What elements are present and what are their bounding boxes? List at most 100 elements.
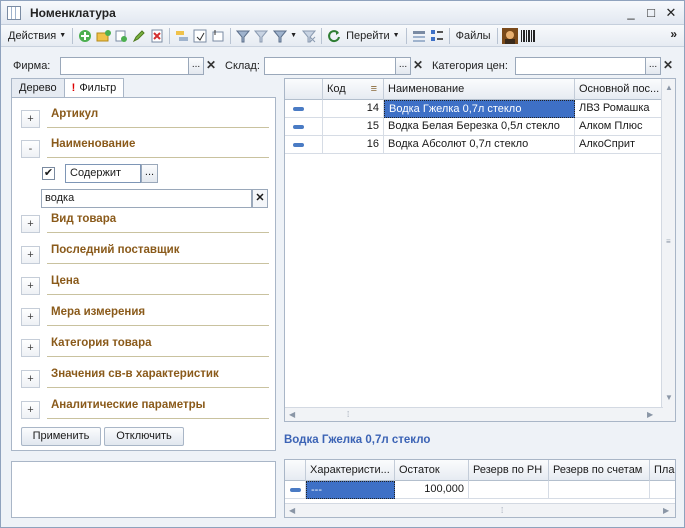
- filter-group-article[interactable]: + Артикул: [21, 104, 269, 128]
- vertical-scrollbar[interactable]: ▲ ≡ ▼: [661, 79, 675, 421]
- scroll-left-icon[interactable]: ◀: [289, 506, 295, 515]
- reserve-invoices-cell[interactable]: [549, 481, 650, 499]
- apply-button[interactable]: Применить: [21, 427, 101, 446]
- expand-toggle[interactable]: +: [21, 215, 40, 233]
- expand-toggle[interactable]: +: [21, 370, 40, 388]
- price-category-clear-icon[interactable]: ✕: [661, 57, 675, 75]
- picture-icon[interactable]: [501, 27, 518, 44]
- code-cell[interactable]: 15: [323, 118, 384, 136]
- collapse-toggle[interactable]: -: [21, 140, 40, 158]
- expand-toggle[interactable]: +: [21, 110, 40, 128]
- column-header-remainder[interactable]: Остаток: [395, 460, 469, 481]
- code-cell[interactable]: 14: [323, 100, 384, 118]
- table-row[interactable]: 16 Водка Абсолют 0,7л стекло АлкоСприт: [285, 136, 663, 154]
- table-row[interactable]: 14 Водка Гжелка 0,7л стекло ЛВЗ Ромашка: [285, 100, 663, 118]
- expand-toggle[interactable]: +: [21, 339, 40, 357]
- table-row[interactable]: 15 Водка Белая Березка 0,5л стекло Алком…: [285, 118, 663, 136]
- goto-menu-button[interactable]: Перейти ▼: [343, 27, 403, 45]
- column-header-name[interactable]: Наименование: [384, 79, 575, 100]
- filter-history-button[interactable]: ▼: [270, 27, 300, 45]
- title-bar[interactable]: Номенклатура _ □ ✕: [1, 1, 684, 25]
- supplier-cell[interactable]: ЛВЗ Ромашка: [575, 100, 663, 118]
- search-clear-icon[interactable]: ✕: [252, 189, 268, 208]
- checklist-icon[interactable]: [429, 28, 445, 44]
- column-header-supplier[interactable]: Основной пос...: [575, 79, 663, 100]
- stock-horizontal-scrollbar[interactable]: ◀ ⁞ ▶: [285, 503, 675, 517]
- toolbar-overflow-button[interactable]: »: [667, 25, 680, 43]
- files-button[interactable]: Файлы: [453, 27, 494, 45]
- scroll-thumb-grip-icon[interactable]: ⁞: [347, 410, 349, 419]
- column-header-icon[interactable]: [285, 79, 323, 100]
- filter-group-characteristics[interactable]: + Значения св-в характеристик: [21, 364, 269, 388]
- filter-icon[interactable]: [235, 28, 251, 44]
- supplier-cell[interactable]: АлкоСприт: [575, 136, 663, 154]
- expand-toggle[interactable]: +: [21, 277, 40, 295]
- warehouse-clear-icon[interactable]: ✕: [411, 57, 425, 75]
- scroll-thumb-grip-icon[interactable]: ≡: [666, 237, 671, 246]
- firm-input[interactable]: [60, 57, 189, 75]
- scroll-left-icon[interactable]: ◀: [289, 410, 295, 419]
- code-cell[interactable]: 16: [323, 136, 384, 154]
- supplier-cell[interactable]: Алком Плюс: [575, 118, 663, 136]
- horizontal-scrollbar[interactable]: ◀ ⁞ ▶: [285, 407, 663, 421]
- filter-group-analytics[interactable]: + Аналитические параметры: [21, 395, 269, 419]
- expand-toggle[interactable]: +: [21, 401, 40, 419]
- reserve-rn-cell[interactable]: [469, 481, 549, 499]
- condition-select-button[interactable]: ...: [141, 164, 158, 183]
- clear-filter-icon[interactable]: [301, 28, 317, 44]
- name-cell[interactable]: Водка Белая Березка 0,5л стекло: [384, 118, 575, 136]
- stock-table-row[interactable]: --- 100,000: [285, 481, 675, 499]
- warehouse-select-button[interactable]: ...: [395, 57, 411, 75]
- refresh-icon[interactable]: [326, 28, 342, 44]
- tab-filter[interactable]: ! Фильтр: [63, 78, 125, 99]
- add-icon[interactable]: [77, 28, 93, 44]
- hierarchy-icon[interactable]: [174, 28, 190, 44]
- disable-button[interactable]: Отключить: [104, 427, 184, 446]
- column-header-reserve-invoices[interactable]: Резерв по счетам: [549, 460, 650, 481]
- delete-mark-icon[interactable]: [149, 28, 165, 44]
- name-search-input[interactable]: водка: [41, 189, 252, 208]
- scroll-right-icon[interactable]: ▶: [663, 506, 669, 515]
- scroll-up-icon[interactable]: ▲: [665, 83, 673, 92]
- expand-toggle[interactable]: +: [21, 246, 40, 264]
- price-category-select-button[interactable]: ...: [645, 57, 661, 75]
- characteristic-cell[interactable]: ---: [306, 481, 395, 499]
- filter-group-last-supplier[interactable]: + Последний поставщик: [21, 240, 269, 264]
- scroll-thumb-grip-icon[interactable]: ⁞: [501, 506, 503, 515]
- scroll-right-icon[interactable]: ▶: [647, 410, 653, 419]
- column-header-reserve-rn[interactable]: Резерв по РН: [469, 460, 549, 481]
- name-cell[interactable]: Водка Абсолют 0,7л стекло: [384, 136, 575, 154]
- edit-pencil-icon[interactable]: [131, 28, 147, 44]
- remainder-cell[interactable]: 100,000: [395, 481, 469, 499]
- filter-group-product-type[interactable]: + Вид товара: [21, 209, 269, 233]
- column-header-icon[interactable]: [285, 460, 306, 481]
- filter-by-value-icon[interactable]: [253, 28, 269, 44]
- name-cell[interactable]: Водка Гжелка 0,7л стекло: [384, 100, 575, 118]
- price-category-input[interactable]: [515, 57, 646, 75]
- condition-checkbox[interactable]: ✔: [42, 167, 55, 180]
- list-view-icon[interactable]: [192, 28, 208, 44]
- plan-cell[interactable]: [650, 481, 675, 499]
- copy-icon[interactable]: [113, 28, 129, 44]
- list-settings-icon[interactable]: [411, 28, 427, 44]
- column-header-characteristic[interactable]: Характеристи...: [306, 460, 395, 481]
- firm-select-button[interactable]: ...: [188, 57, 204, 75]
- maximize-button[interactable]: □: [642, 4, 660, 21]
- add-folder-icon[interactable]: [95, 28, 111, 44]
- scroll-down-icon[interactable]: ▼: [665, 393, 673, 402]
- minimize-button[interactable]: _: [622, 4, 640, 21]
- condition-combo[interactable]: Содержит: [65, 164, 141, 183]
- actions-menu-button[interactable]: Действия ▼: [5, 27, 69, 45]
- hierarchy-list-icon[interactable]: [210, 28, 226, 44]
- filter-group-name[interactable]: - Наименование: [21, 134, 269, 158]
- expand-toggle[interactable]: +: [21, 308, 40, 326]
- column-header-plan[interactable]: Пла: [650, 460, 675, 481]
- close-button[interactable]: ✕: [662, 4, 680, 21]
- firm-clear-icon[interactable]: ✕: [204, 57, 218, 75]
- filter-group-price[interactable]: + Цена: [21, 271, 269, 295]
- warehouse-input[interactable]: [264, 57, 396, 75]
- filter-group-unit[interactable]: + Мера измерения: [21, 302, 269, 326]
- column-header-code[interactable]: Код ≡: [323, 79, 384, 100]
- tab-tree[interactable]: Дерево: [11, 78, 65, 98]
- filter-group-category[interactable]: + Категория товара: [21, 333, 269, 357]
